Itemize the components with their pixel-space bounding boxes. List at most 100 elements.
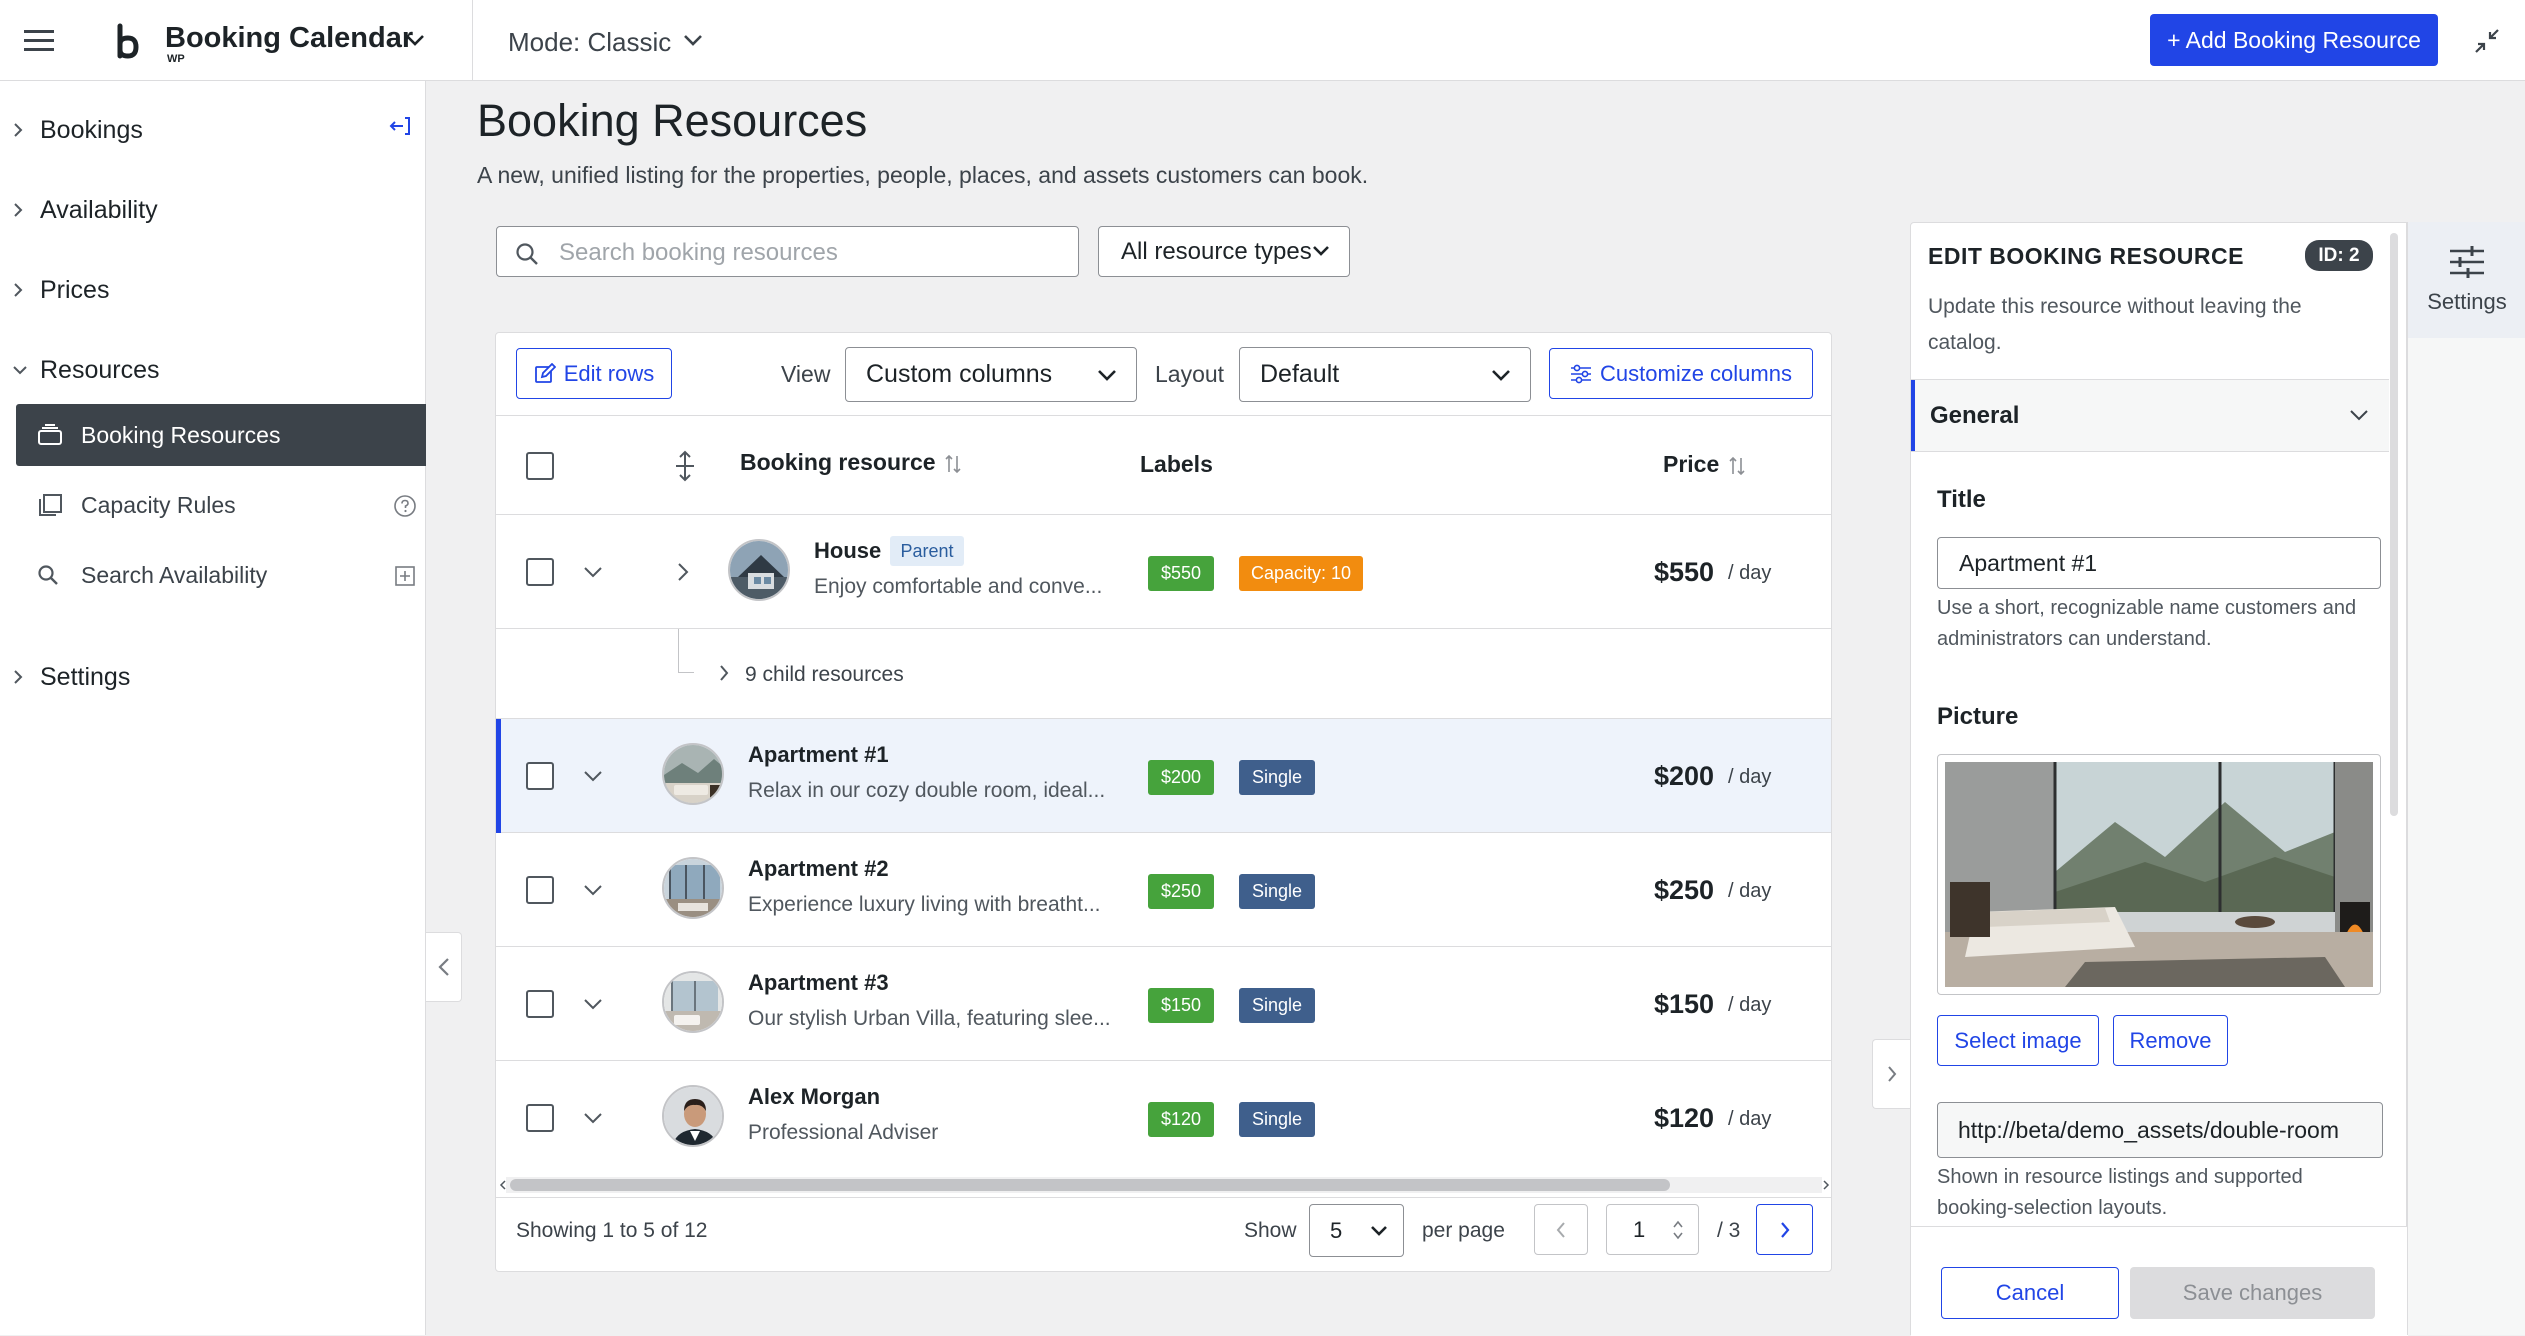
parent-badge: Parent (890, 536, 964, 566)
collapse-sidebar-icon[interactable] (387, 115, 413, 137)
sidebar-item-label: Booking Resources (81, 421, 281, 448)
help-icon[interactable] (393, 494, 417, 518)
table-row[interactable]: Apartment #1 Relax in our cozy double ro… (496, 719, 1831, 833)
show-label: Show (1244, 1219, 1297, 1242)
sort-icon[interactable] (944, 452, 962, 476)
sidebar: Bookings Availability Prices Resources B… (0, 81, 426, 1335)
page-description: A new, unified listing for the propertie… (477, 162, 1369, 188)
type-badge: Single (1239, 988, 1315, 1023)
scroll-right-icon[interactable] (1822, 1180, 1830, 1190)
collapse-arrows-icon[interactable] (2472, 26, 2502, 56)
chevron-down-icon (12, 364, 28, 376)
resource-name[interactable]: Apartment #1 (748, 742, 889, 768)
resource-type-value: All resource types (1121, 237, 1312, 265)
chevron-down-icon[interactable] (583, 1111, 603, 1125)
chevron-down-icon[interactable] (682, 32, 704, 48)
resource-name[interactable]: Apartment #2 (748, 856, 889, 882)
table-row[interactable]: House Parent Enjoy comfortable and conve… (496, 515, 1831, 629)
row-checkbox[interactable] (526, 1104, 554, 1132)
avatar (662, 743, 724, 805)
page-number-input[interactable]: 1 (1606, 1204, 1699, 1255)
showing-count: Showing 1 to 5 of 12 (516, 1219, 708, 1242)
next-page-button[interactable] (1756, 1204, 1813, 1255)
copy-icon (36, 492, 64, 518)
settings-rail-label: Settings (2427, 289, 2507, 314)
title-input[interactable]: Apartment #1 (1937, 537, 2381, 589)
expand-collapse-all-icon[interactable] (672, 450, 698, 482)
chevron-down-icon[interactable] (583, 565, 603, 579)
hamburger-menu-icon[interactable] (22, 27, 56, 55)
search-icon (514, 241, 540, 267)
table-row[interactable]: Apartment #3 Our stylish Urban Villa, fe… (496, 947, 1831, 1061)
type-badge: Single (1239, 1102, 1315, 1137)
resource-price: $550 (1654, 557, 1715, 587)
section-title: General (1930, 402, 2020, 429)
add-booking-resource-button[interactable]: + Add Booking Resource (2150, 14, 2438, 66)
chevron-down-icon[interactable] (583, 883, 603, 897)
search-input[interactable]: Search booking resources (496, 226, 1079, 277)
customize-columns-label: Customize columns (1600, 360, 1792, 386)
table-row[interactable]: Apartment #2 Experience luxury living wi… (496, 833, 1831, 947)
sidebar-group-prices[interactable]: Prices (0, 270, 426, 310)
child-resources-toggle[interactable]: 9 child resources (745, 663, 904, 687)
edit-panel-description: Update this resource without leaving the… (1928, 295, 2302, 354)
settings-rail-button[interactable]: Settings (2408, 222, 2525, 338)
chevron-right-icon[interactable] (676, 561, 690, 583)
price-unit: / day (1728, 880, 1772, 902)
table-row[interactable]: Alex Morgan Professional Adviser $120 Si… (496, 1061, 1831, 1175)
collapse-sidebar-handle[interactable] (426, 932, 462, 1002)
chevron-down-icon[interactable] (583, 769, 603, 783)
tree-connector (678, 629, 694, 673)
prev-page-button[interactable] (1534, 1204, 1588, 1255)
chevron-down-icon[interactable] (583, 997, 603, 1011)
row-checkbox[interactable] (526, 990, 554, 1018)
app-logo-icon (106, 20, 146, 68)
sidebar-group-availability[interactable]: Availability (0, 190, 426, 230)
chevron-down-icon[interactable] (404, 32, 426, 48)
sidebar-item-capacity-rules[interactable]: Capacity Rules (16, 474, 426, 536)
edit-rows-button[interactable]: Edit rows (516, 348, 672, 399)
sidebar-item-search-availability[interactable]: Search Availability (16, 544, 426, 606)
sidebar-group-resources[interactable]: Resources (0, 350, 426, 390)
view-select[interactable]: Custom columns (845, 347, 1137, 402)
resource-name[interactable]: House (814, 538, 881, 564)
sidebar-item-booking-resources[interactable]: Booking Resources (16, 404, 426, 466)
save-changes-button[interactable]: Save changes (2130, 1267, 2375, 1319)
app-subtitle: WP (167, 53, 185, 65)
mode-selector[interactable]: Mode: Classic (508, 27, 671, 58)
resource-name[interactable]: Alex Morgan (748, 1084, 880, 1110)
sliders-icon (2448, 245, 2486, 279)
spinner-icon[interactable] (1671, 1217, 1685, 1243)
select-image-button[interactable]: Select image (1937, 1015, 2099, 1066)
row-checkbox[interactable] (526, 876, 554, 904)
picture-url-input[interactable]: http://beta/demo_assets/double-room (1937, 1102, 2383, 1158)
chevron-right-icon[interactable] (718, 663, 730, 683)
resource-name[interactable]: Apartment #3 (748, 970, 889, 996)
column-header-resource[interactable]: Booking resource (740, 449, 936, 476)
cancel-button[interactable]: Cancel (1941, 1267, 2119, 1319)
remove-image-button[interactable]: Remove (2113, 1015, 2228, 1066)
general-section-header[interactable]: General (1911, 379, 2389, 452)
close-edit-panel-handle[interactable] (1872, 1039, 1910, 1109)
page-number-value: 1 (1633, 1216, 1646, 1242)
sidebar-group-bookings[interactable]: Bookings (0, 110, 426, 150)
resource-price: $250 (1654, 875, 1715, 905)
resource-type-filter[interactable]: All resource types (1098, 226, 1350, 277)
scrollbar-thumb[interactable] (510, 1179, 1670, 1191)
stack-icon (36, 423, 64, 447)
per-page-select[interactable]: 5 (1309, 1204, 1404, 1257)
add-box-icon[interactable] (393, 564, 417, 588)
sidebar-item-label: Capacity Rules (81, 491, 236, 518)
customize-columns-button[interactable]: Customize columns (1549, 348, 1813, 399)
panel-scrollbar[interactable] (2390, 233, 2398, 816)
column-header-price[interactable]: Price (1663, 451, 1719, 478)
scroll-left-icon[interactable] (499, 1180, 507, 1190)
select-all-checkbox[interactable] (526, 452, 554, 480)
row-checkbox[interactable] (526, 558, 554, 586)
layout-select[interactable]: Default (1239, 347, 1531, 402)
chevron-down-icon (1369, 1224, 1389, 1238)
row-checkbox[interactable] (526, 762, 554, 790)
sort-icon[interactable] (1728, 454, 1746, 478)
sidebar-group-settings[interactable]: Settings (0, 657, 426, 697)
chevron-down-icon (1490, 367, 1512, 383)
